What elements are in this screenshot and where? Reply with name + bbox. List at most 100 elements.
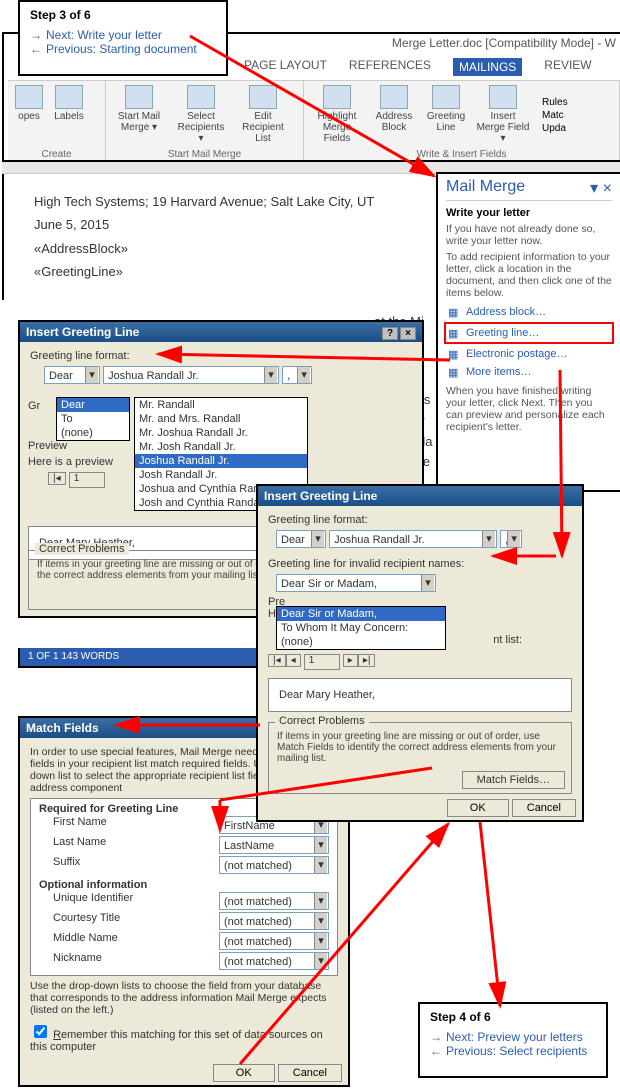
- rules-button[interactable]: Rules: [542, 97, 568, 108]
- igl1-title: Insert Greeting Line: [26, 325, 139, 339]
- arrow-left-icon: ←: [430, 1044, 442, 1058]
- correct-problems-label: Correct Problems: [35, 543, 129, 555]
- mf-optional-header: Optional information: [39, 879, 329, 891]
- mf-field-select[interactable]: (not matched): [219, 856, 329, 874]
- preview-hint: Here is a preview: [28, 456, 113, 468]
- mf-field-select[interactable]: (not matched): [219, 952, 329, 970]
- mailmerge-taskpane: Mail Merge▾ × Write your letter If you h…: [436, 172, 620, 492]
- opt-electronic-postage[interactable]: Electronic postage…: [446, 345, 612, 363]
- salut-opt-dear[interactable]: Dear: [57, 398, 129, 412]
- opt-greeting-line[interactable]: Greeting line…: [444, 322, 614, 344]
- arrow-right-icon: →: [30, 28, 42, 42]
- nav-index-input[interactable]: 1: [304, 654, 340, 670]
- mf-field-select[interactable]: (not matched): [219, 892, 329, 910]
- salut-opt-none[interactable]: (none): [57, 426, 129, 440]
- name-format-select[interactable]: Joshua Randall Jr.: [329, 530, 497, 548]
- punctuation-select[interactable]: ,: [282, 366, 312, 384]
- remember-label-r: R: [53, 1029, 61, 1041]
- punctuation-select[interactable]: ,: [500, 530, 522, 548]
- remember-matching-checkbox[interactable]: [34, 1025, 47, 1038]
- insert-field-icon: [489, 85, 517, 109]
- opt-more-items[interactable]: More items…: [446, 363, 612, 381]
- preview-box: Dear Mary Heather,: [268, 678, 572, 712]
- mf-row: Last Name LastName: [39, 835, 329, 855]
- mf-row: Unique Identifier (not matched): [39, 891, 329, 911]
- step4-next-link[interactable]: →Next: Preview your letters: [430, 1030, 596, 1044]
- mf-field-label: First Name: [39, 816, 107, 834]
- group-write-label: Write & Insert Fields: [304, 149, 619, 160]
- address-block-button[interactable]: Address Block: [372, 85, 416, 146]
- nav-next-icon[interactable]: ▸: [343, 654, 358, 667]
- mf-field-select[interactable]: (not matched): [219, 912, 329, 930]
- nav-last-icon[interactable]: ▸|: [358, 654, 376, 667]
- highlight-merge-fields-button[interactable]: Highlight Merge Fields: [310, 85, 364, 146]
- invalid-select[interactable]: Dear Sir or Madam,: [276, 574, 436, 592]
- mf-field-label: Unique Identifier: [39, 892, 133, 910]
- step4-prev-link[interactable]: ←Previous: Select recipients: [430, 1044, 596, 1058]
- arrow-left-icon: ←: [30, 42, 42, 56]
- tab-mailings[interactable]: MAILINGS: [453, 58, 522, 76]
- mf-field-label: Courtesy Title: [39, 912, 120, 930]
- tab-page-layout[interactable]: PAGE LAYOUT: [244, 58, 327, 76]
- mf-field-label: Suffix: [39, 856, 80, 874]
- window-title: Merge Letter.doc [Compatibility Mode] - …: [392, 36, 616, 50]
- opt-address-block[interactable]: Address block…: [446, 303, 612, 321]
- taskpane-p2: To add recipient information to your let…: [446, 251, 612, 299]
- nav-prev-icon[interactable]: ◂: [286, 654, 301, 667]
- mf-title: Match Fields: [26, 721, 99, 735]
- nav-first-icon[interactable]: |◂: [48, 472, 66, 485]
- mf-row: Middle Name (not matched): [39, 931, 329, 951]
- salutation-dropdown[interactable]: Dear To (none): [56, 397, 130, 441]
- update-labels-button[interactable]: Upda: [542, 123, 568, 134]
- tab-references[interactable]: REFERENCES: [349, 58, 431, 76]
- step3-prev-link[interactable]: ←Previous: Starting document: [30, 42, 216, 56]
- igl2-cancel-button[interactable]: Cancel: [512, 799, 576, 817]
- start-mail-merge-button[interactable]: Start Mail Merge ▾: [112, 85, 166, 146]
- step3-panel: Step 3 of 6 →Next: Write your letter ←Pr…: [18, 0, 228, 76]
- step4-panel: Step 4 of 6 →Next: Preview your letters …: [418, 1002, 608, 1078]
- close-icon[interactable]: ×: [400, 327, 416, 340]
- nav-first-icon[interactable]: |◂: [268, 654, 286, 667]
- mf-field-select[interactable]: (not matched): [219, 932, 329, 950]
- name-format-select[interactable]: Joshua Randall Jr.: [103, 366, 279, 384]
- tab-review[interactable]: REVIEW: [544, 58, 591, 76]
- invalid-label: Greeting line for invalid recipient name…: [268, 558, 572, 570]
- taskpane-close-icon[interactable]: ▾ ×: [590, 178, 612, 198]
- mf-field-label: Middle Name: [39, 932, 118, 950]
- group-start-label: Start Mail Merge: [106, 149, 303, 160]
- match-fields-button[interactable]: Match Fields…: [462, 771, 565, 789]
- mf-cancel-button[interactable]: Cancel: [278, 1064, 342, 1082]
- insert-greeting-line-dialog-2: Insert Greeting Line Greeting line forma…: [256, 484, 584, 822]
- salutation-select[interactable]: Dear: [44, 366, 100, 384]
- nav-index-input[interactable]: 1: [69, 472, 105, 488]
- envelope-icon: [15, 85, 43, 109]
- labels-button[interactable]: Labels: [52, 85, 86, 146]
- step3-next-link[interactable]: →Next: Write your letter: [30, 28, 216, 42]
- mf-hint: Use the drop-down lists to choose the fi…: [30, 980, 338, 1016]
- match-fields-ribbon-button[interactable]: Matc: [542, 110, 568, 121]
- mf-field-label: Last Name: [39, 836, 106, 854]
- mf-row: Nickname (not matched): [39, 951, 329, 971]
- salut-opt-to[interactable]: To: [57, 412, 129, 426]
- greeting-line-button[interactable]: Greeting Line: [424, 85, 468, 146]
- taskpane-title: Mail Merge: [446, 178, 525, 198]
- igl2-ok-button[interactable]: OK: [447, 799, 509, 817]
- insert-merge-field-button[interactable]: Insert Merge Field ▾: [476, 85, 530, 146]
- help-icon[interactable]: ?: [382, 327, 398, 340]
- edit-recipient-list-button[interactable]: Edit Recipient List: [236, 85, 290, 146]
- envelopes-button[interactable]: opes: [14, 85, 44, 146]
- format-label: Greeting line format:: [30, 350, 412, 362]
- editlist-icon: [249, 85, 277, 109]
- mailmerge-icon: [125, 85, 153, 109]
- mf-ok-button[interactable]: OK: [213, 1064, 275, 1082]
- mf-row: Suffix (not matched): [39, 855, 329, 875]
- salutation-select[interactable]: Dear: [276, 530, 326, 548]
- correct-problems-text: If items in your greeting line are missi…: [277, 731, 563, 764]
- invalid-dropdown[interactable]: Dear Sir or Madam, To Whom It May Concer…: [276, 606, 446, 650]
- mf-field-label: Nickname: [39, 952, 102, 970]
- select-recipients-button[interactable]: Select Recipients ▾: [174, 85, 228, 146]
- mf-field-select[interactable]: LastName: [219, 836, 329, 854]
- taskpane-p3: When you have finished writing your lett…: [446, 385, 612, 433]
- mf-row: Courtesy Title (not matched): [39, 911, 329, 931]
- format-label: Greeting line format:: [268, 514, 572, 526]
